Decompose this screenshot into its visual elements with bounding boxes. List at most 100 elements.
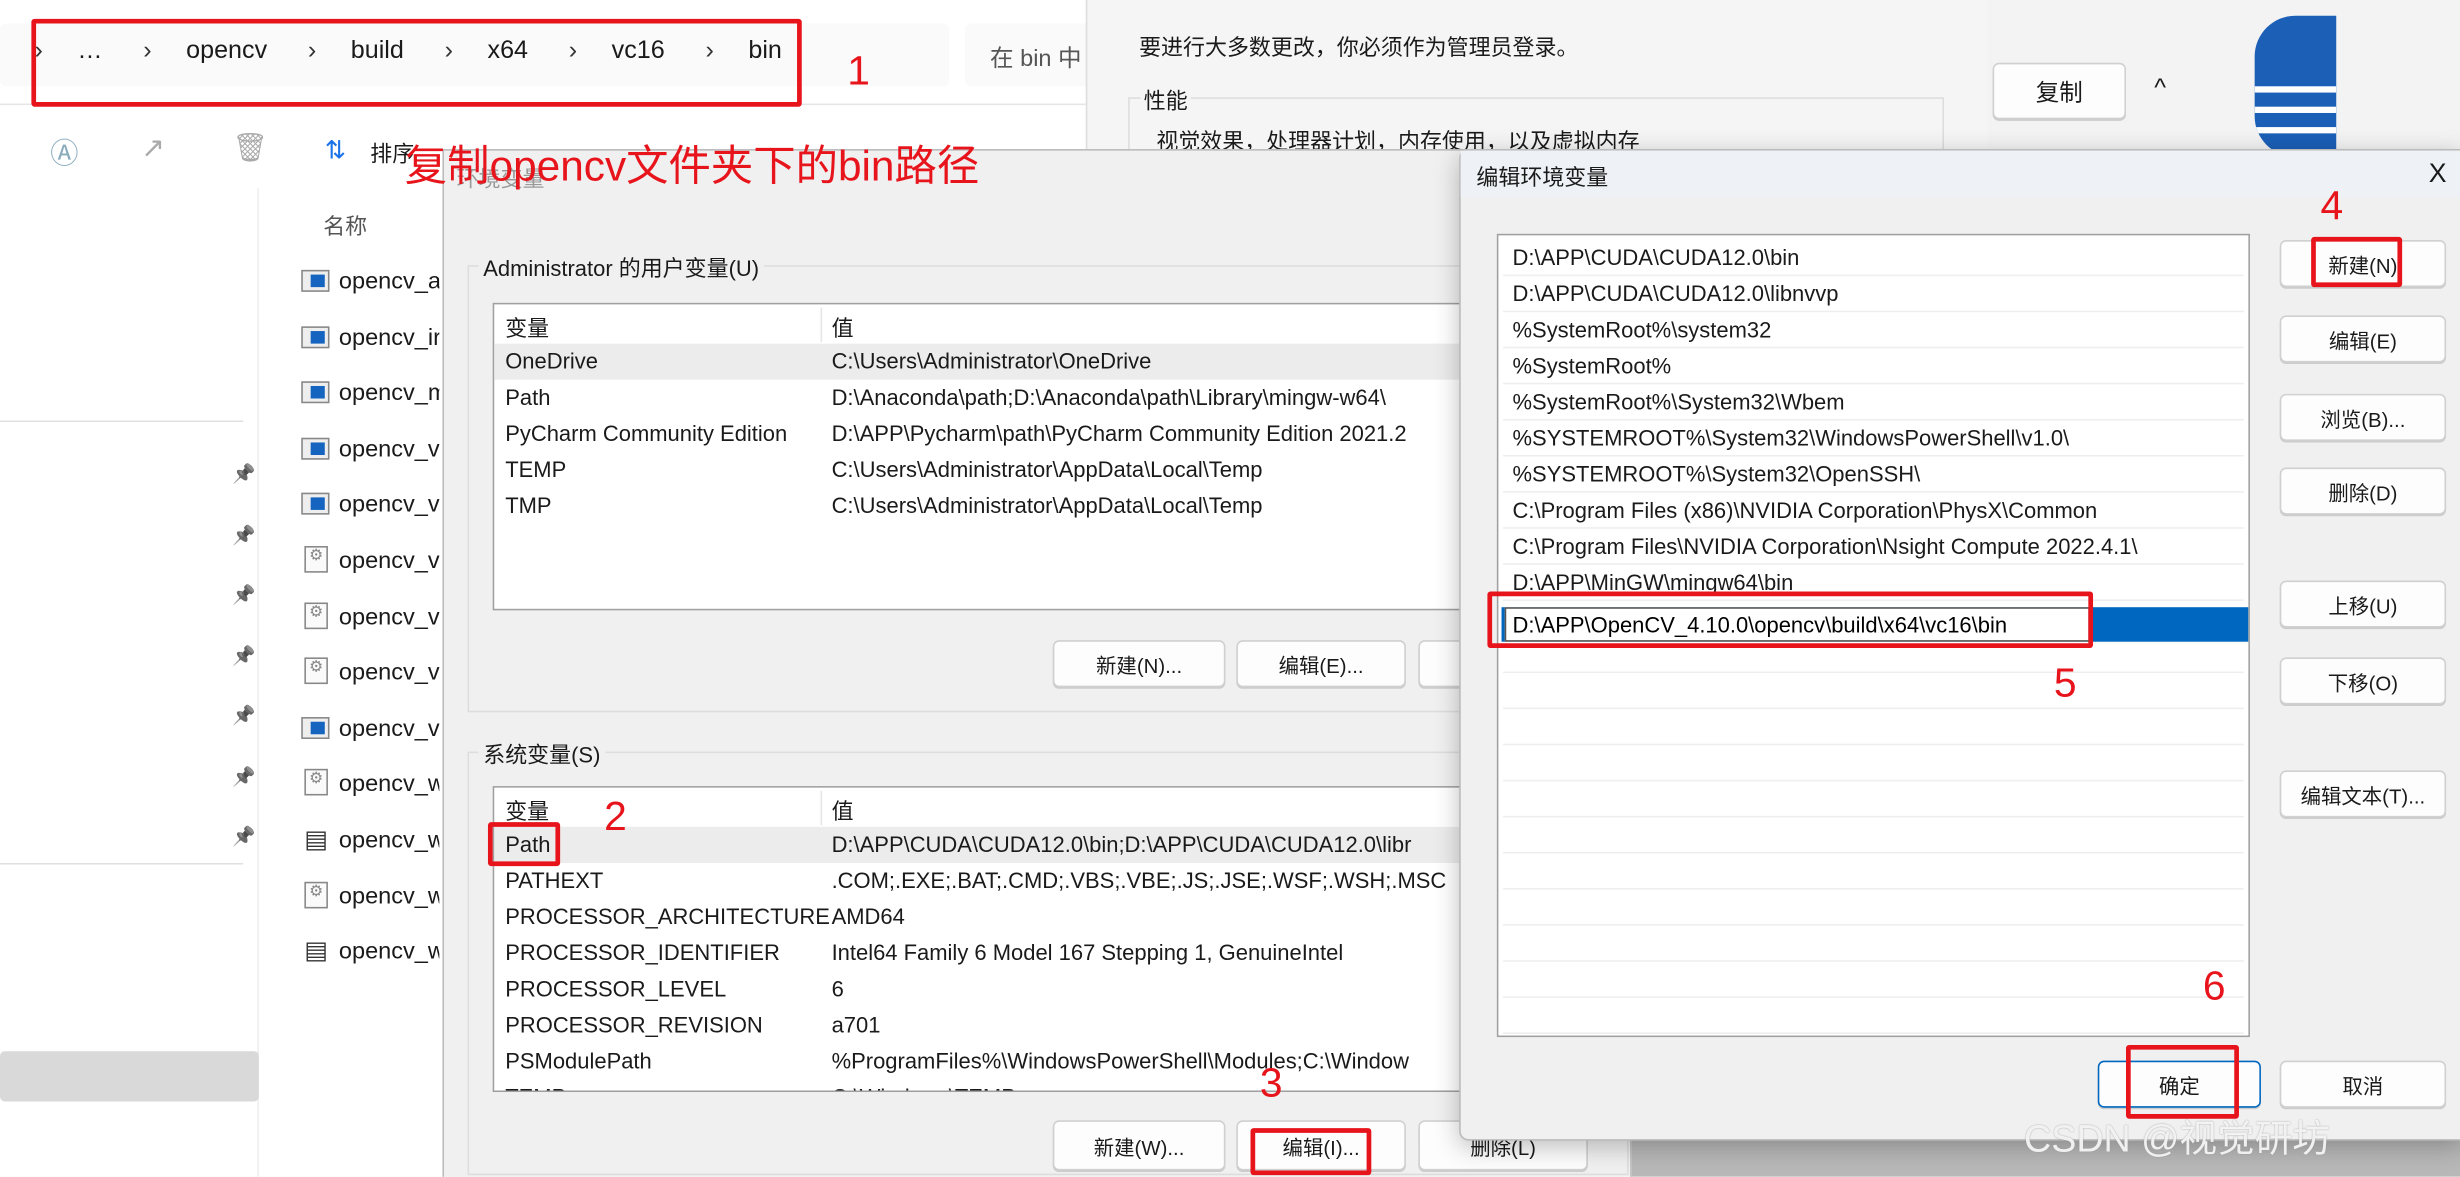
- environment-variables-dialog: 环境变量 Administrator 的用户变量(U) 变量值 OneDrive C…: [442, 149, 1632, 1177]
- path-entry[interactable]: D:\APP\CUDA\CUDA12.0\libnvvp: [1503, 276, 2244, 313]
- rename-icon[interactable]: Ⓐ: [50, 132, 78, 173]
- search-box[interactable]: 在 bin 中: [964, 23, 1099, 87]
- copy-button[interactable]: 复制: [1992, 62, 2126, 120]
- empty-row: [1503, 745, 2244, 782]
- variable-value: C:\Users\Administrator\OneDrive: [831, 348, 1152, 374]
- empty-row: [1503, 817, 2244, 854]
- browse-button[interactable]: 浏览(B)...: [2279, 393, 2447, 441]
- file-item[interactable]: opencv_w: [298, 929, 439, 976]
- variable-name: PATHEXT: [505, 867, 604, 893]
- delete-button[interactable]: 删除(D): [2279, 467, 2447, 515]
- cancel-button[interactable]: 取消: [2279, 1060, 2447, 1108]
- annotation-step-6: 6: [2202, 961, 2226, 1009]
- annotation-box-1: [31, 18, 802, 107]
- table-row[interactable]: PROCESSOR_ARCHITECTURE AMD64: [494, 899, 1621, 935]
- edit-button[interactable]: 编辑(E): [2279, 315, 2447, 363]
- table-row[interactable]: TMP C:\Users\Administrator\AppData\Local\…: [494, 488, 1621, 524]
- user-new-button[interactable]: 新建(N)...: [1052, 640, 1226, 688]
- table-row[interactable]: PROCESSOR_LEVEL 6: [494, 971, 1621, 1007]
- nav-item-selected[interactable]: [0, 1051, 259, 1102]
- variable-name: PyCharm Community Edition: [505, 420, 788, 446]
- nav-pane: [0, 188, 259, 1177]
- annotation-box-3: [1250, 1128, 1372, 1176]
- variable-value: AMD64: [831, 903, 905, 929]
- pin-icon[interactable]: 📌: [232, 463, 255, 485]
- file-item[interactable]: opencv_ir: [298, 315, 439, 362]
- table-header: 变量值: [494, 791, 1621, 827]
- path-entry[interactable]: %SYSTEMROOT%\System32\WindowsPowerShell\…: [1503, 420, 2244, 457]
- path-entry[interactable]: %SystemRoot%\system32: [1503, 312, 2244, 349]
- variable-name: PROCESSOR_LEVEL: [505, 975, 727, 1002]
- file-item[interactable]: opencv_v: [298, 426, 439, 473]
- watermark: CSDN @视觉研坊: [2024, 1118, 2331, 1162]
- table-row[interactable]: Path D:\APP\CUDA\CUDA12.0\bin;D:\APP\CUDA…: [494, 826, 1621, 863]
- column-divider[interactable]: [820, 790, 823, 826]
- table-row[interactable]: PyCharm Community Edition D:\APP\Pycharm\…: [494, 416, 1621, 452]
- delete-icon[interactable]: 🗑: [232, 132, 268, 165]
- move-up-button[interactable]: 上移(U): [2279, 580, 2447, 628]
- user-edit-button[interactable]: 编辑(E)...: [1236, 640, 1406, 688]
- file-item[interactable]: opencv_w: [298, 762, 439, 809]
- user-vars-table[interactable]: 变量 值 OneDrive C:\Users\Administrator\OneDri…: [492, 302, 1623, 611]
- path-entry[interactable]: %SystemRoot%\System32\Wbem: [1503, 384, 2244, 421]
- path-entry-text: C:\Program Files (x86)\NVIDIA Corporatio…: [1512, 497, 2098, 523]
- file-item[interactable]: opencv_v: [298, 538, 439, 585]
- sort-icon[interactable]: ⇅: [325, 135, 346, 166]
- file-item[interactable]: opencv_v: [298, 482, 439, 529]
- table-row[interactable]: OneDrive C:\Users\Administrator\OneDrive: [494, 343, 1621, 380]
- column-header-variable[interactable]: 变量: [505, 312, 549, 343]
- system-new-button[interactable]: 新建(W)...: [1052, 1120, 1226, 1171]
- column-header-value[interactable]: 值: [832, 795, 854, 826]
- table-row[interactable]: PSModulePath %ProgramFiles%\WindowsPowerS…: [494, 1043, 1621, 1079]
- column-header-value[interactable]: 值: [832, 312, 854, 343]
- file-item[interactable]: opencv_v: [298, 706, 439, 753]
- pin-icon[interactable]: 📌: [232, 523, 255, 545]
- pin-icon[interactable]: 📌: [232, 825, 255, 847]
- pin-icon[interactable]: 📌: [232, 765, 255, 787]
- path-entry-text: %SYSTEMROOT%\System32\WindowsPowerShell\…: [1512, 425, 2070, 451]
- variable-name: PSModulePath: [505, 1048, 652, 1074]
- path-entry[interactable]: %SystemRoot%: [1503, 348, 2244, 385]
- table-row[interactable]: PROCESSOR_IDENTIFIER Intel64 Family 6 Mod…: [494, 935, 1621, 971]
- pin-icon[interactable]: 📌: [232, 644, 255, 666]
- table-row[interactable]: PROCESSOR_REVISION a701: [494, 1007, 1621, 1043]
- file-item[interactable]: opencv_v: [298, 594, 439, 641]
- path-entry[interactable]: D:\APP\CUDA\CUDA12.0\bin: [1503, 240, 2244, 277]
- pin-icon[interactable]: 📌: [232, 584, 255, 606]
- pin-icon[interactable]: 📌: [232, 704, 255, 726]
- path-entry-text: D:\APP\CUDA\CUDA12.0\bin: [1512, 244, 1800, 270]
- column-header-name[interactable]: 名称: [323, 210, 367, 241]
- file-item[interactable]: opencv_a: [298, 259, 439, 306]
- variable-name: PROCESSOR_REVISION: [505, 1012, 763, 1038]
- path-entry[interactable]: C:\Program Files (x86)\NVIDIA Corporatio…: [1503, 493, 2244, 529]
- file-item[interactable]: opencv_w: [298, 817, 439, 864]
- annotation-box-2: [487, 822, 561, 867]
- path-entry[interactable]: %SYSTEMROOT%\System32\OpenSSH\: [1503, 457, 2244, 493]
- table-row[interactable]: Path D:\Anaconda\path;D:\Anaconda\path\Li…: [494, 380, 1621, 416]
- annotation-step-5: 5: [2053, 658, 2077, 707]
- file-name: opencv_v: [338, 547, 440, 575]
- variable-value: D:\Anaconda\path;D:\Anaconda\path\Librar…: [831, 384, 1386, 410]
- dll-file-icon: [304, 881, 328, 908]
- collapse-icon[interactable]: ^: [2154, 75, 2166, 103]
- exe-file-icon: [301, 716, 330, 739]
- edit-text-button[interactable]: 编辑文本(T)...: [2279, 770, 2447, 818]
- exe-file-icon: [301, 381, 330, 404]
- dll-file-icon: [304, 769, 328, 797]
- table-row[interactable]: TEMP C:\Users\Administrator\AppData\Local…: [494, 452, 1621, 488]
- file-item[interactable]: opencv_w: [298, 873, 439, 920]
- annotation-step-3: 3: [1259, 1059, 1283, 1107]
- file-item[interactable]: opencv_m: [298, 371, 439, 418]
- table-row[interactable]: TEMP C:\Windows\TEMP: [494, 1079, 1621, 1090]
- share-icon[interactable]: ↗: [141, 132, 165, 165]
- column-divider[interactable]: [820, 307, 823, 343]
- path-entry[interactable]: C:\Program Files\NVIDIA Corporation\Nsig…: [1503, 529, 2244, 565]
- system-vars-table[interactable]: 变量值 Path D:\APP\CUDA\CUDA12.0\bin;D:\APP\C…: [492, 786, 1623, 1093]
- table-row[interactable]: PATHEXT .COM;.EXE;.BAT;.CMD;.VBS;.VBE;.JS…: [494, 863, 1621, 899]
- empty-row: [1503, 709, 2244, 746]
- file-item[interactable]: opencv_v: [298, 650, 439, 697]
- move-down-button[interactable]: 下移(O): [2279, 657, 2447, 705]
- performance-group-label: 性能: [1140, 84, 1191, 117]
- close-icon[interactable]: X: [2429, 158, 2447, 189]
- variable-name: PROCESSOR_ARCHITECTURE: [505, 903, 830, 929]
